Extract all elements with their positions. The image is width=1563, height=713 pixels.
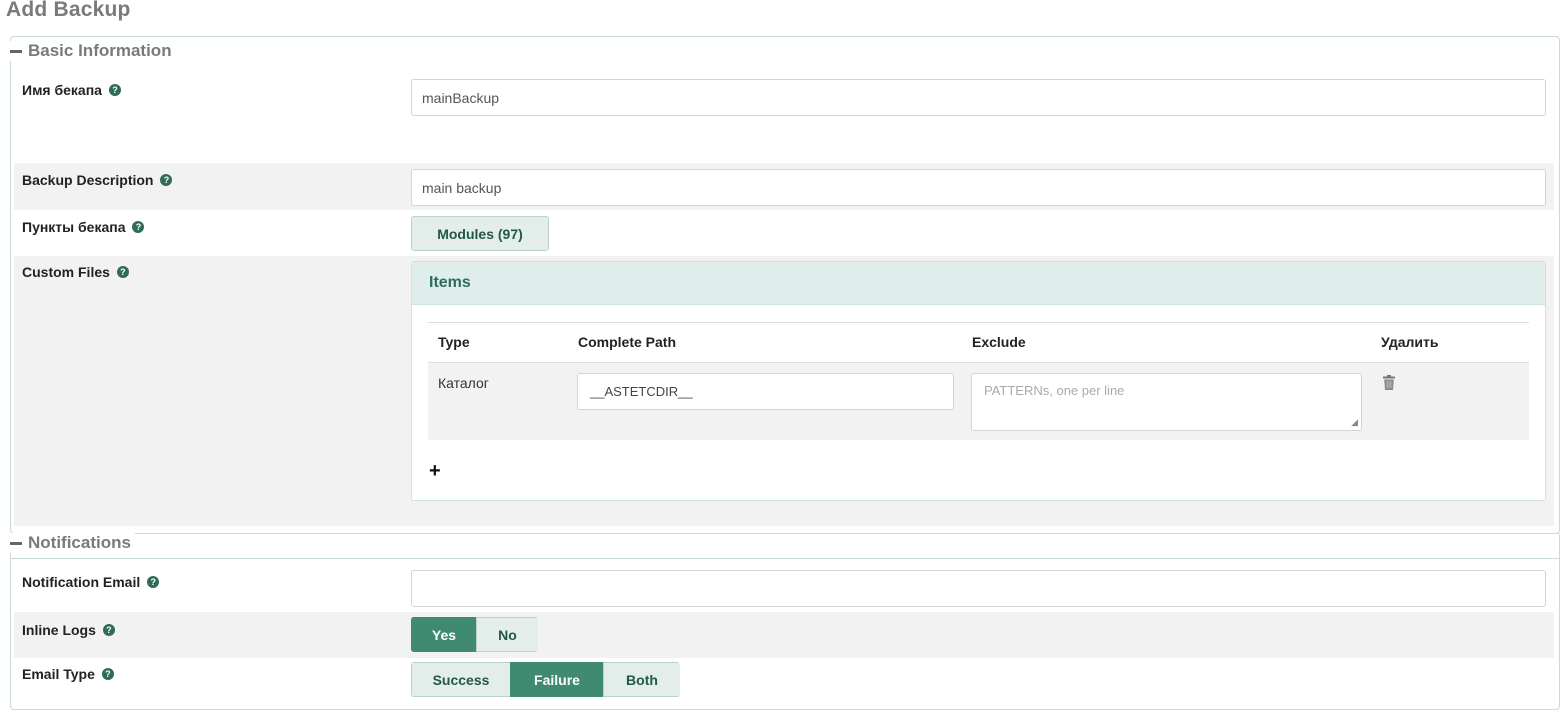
items-panel-title: Items (412, 262, 1545, 305)
notification-email-label: Notification Email ? (22, 574, 160, 590)
basic-information-legend[interactable]: Basic Information (10, 41, 176, 61)
custom-files-row: Custom Files ? Items Type Complete Path … (14, 256, 1554, 526)
help-icon[interactable]: ? (116, 266, 129, 278)
email-type-success-button[interactable]: Success (411, 662, 511, 697)
help-icon[interactable]: ? (132, 221, 145, 233)
exclude-placeholder: PATTERNs, one per line (984, 383, 1125, 398)
backup-description-input[interactable]: main backup (411, 169, 1546, 206)
email-type-row: Email Type ? Success Failure Both (14, 658, 1554, 706)
items-panel: Items Type Complete Path Exclude Удалить… (411, 261, 1546, 501)
modules-button[interactable]: Modules (97) (411, 216, 549, 251)
email-type-both-button[interactable]: Both (603, 662, 680, 697)
inline-logs-row: Inline Logs ? Yes No (14, 612, 1554, 658)
email-type-toggle: Success Failure Both (411, 662, 680, 697)
resize-grip-icon[interactable]: ◢ (1351, 417, 1358, 428)
column-header-delete: Удалить (1381, 334, 1439, 350)
help-icon[interactable]: ? (160, 174, 173, 186)
backup-name-input[interactable]: mainBackup (411, 79, 1546, 116)
page-title: Add Backup (6, 0, 131, 21)
fieldset-border (10, 558, 1560, 559)
table-divider (428, 322, 1529, 323)
exclude-textarea[interactable]: PATTERNs, one per line ◢ (971, 373, 1362, 431)
inline-logs-toggle: Yes No (411, 617, 538, 652)
collapse-icon[interactable] (10, 50, 22, 53)
help-icon[interactable]: ? (147, 576, 160, 588)
backup-description-label: Backup Description ? (22, 172, 173, 188)
path-input[interactable]: __ASTETCDIR__ (577, 373, 954, 410)
inline-logs-label: Inline Logs ? (22, 622, 115, 638)
trash-icon[interactable] (1383, 375, 1395, 390)
column-header-exclude: Exclude (972, 334, 1026, 350)
help-icon[interactable]: ? (108, 84, 121, 96)
plus-icon[interactable]: + (429, 460, 441, 483)
backup-name-row: Имя бекапа ? mainBackup (14, 70, 1554, 160)
notification-email-row: Notification Email ? (14, 562, 1554, 612)
row-type: Каталог (438, 375, 489, 391)
column-header-path: Complete Path (578, 334, 677, 350)
collapse-icon[interactable] (10, 542, 22, 545)
help-icon[interactable]: ? (101, 668, 114, 680)
column-header-type: Type (438, 334, 470, 350)
email-type-failure-button[interactable]: Failure (510, 662, 604, 697)
email-type-label: Email Type ? (22, 666, 114, 682)
basic-information-title: Basic Information (28, 41, 172, 60)
notifications-legend[interactable]: Notifications (10, 533, 135, 553)
notification-email-input[interactable] (411, 570, 1546, 607)
backup-items-row: Пункты бекапа ? Modules (97) (14, 210, 1554, 256)
table-row: Каталог __ASTETCDIR__ PATTERNs, one per … (428, 363, 1529, 440)
help-icon[interactable]: ? (102, 624, 115, 636)
custom-files-label: Custom Files ? (22, 264, 129, 280)
notifications-title: Notifications (28, 533, 131, 552)
backup-items-label: Пункты бекапа ? (22, 219, 145, 235)
inline-logs-no-button[interactable]: No (476, 617, 538, 652)
inline-logs-yes-button[interactable]: Yes (411, 617, 477, 652)
backup-description-row: Backup Description ? main backup (14, 163, 1554, 210)
backup-name-label: Имя бекапа ? (22, 82, 121, 98)
